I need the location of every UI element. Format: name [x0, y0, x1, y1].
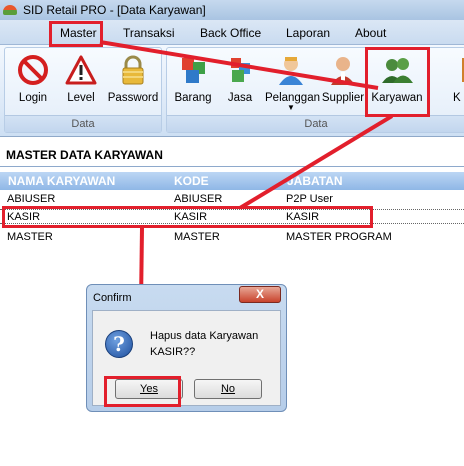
no-button[interactable]: No — [194, 379, 262, 399]
highlight-kasir-row — [2, 206, 373, 228]
close-button[interactable]: X — [239, 286, 281, 303]
dialog-title: Confirm — [93, 292, 132, 304]
dialog-message: Hapus data Karyawan KASIR?? — [150, 328, 258, 360]
dialog-message-line2: KASIR?? — [150, 346, 196, 358]
highlight-karyawan-button — [365, 47, 430, 117]
dialog-message-line1: Hapus data Karyawan — [150, 330, 259, 342]
highlight-yes-button — [104, 376, 181, 407]
question-icon: ? — [105, 330, 133, 358]
highlight-menu-master — [49, 21, 103, 47]
